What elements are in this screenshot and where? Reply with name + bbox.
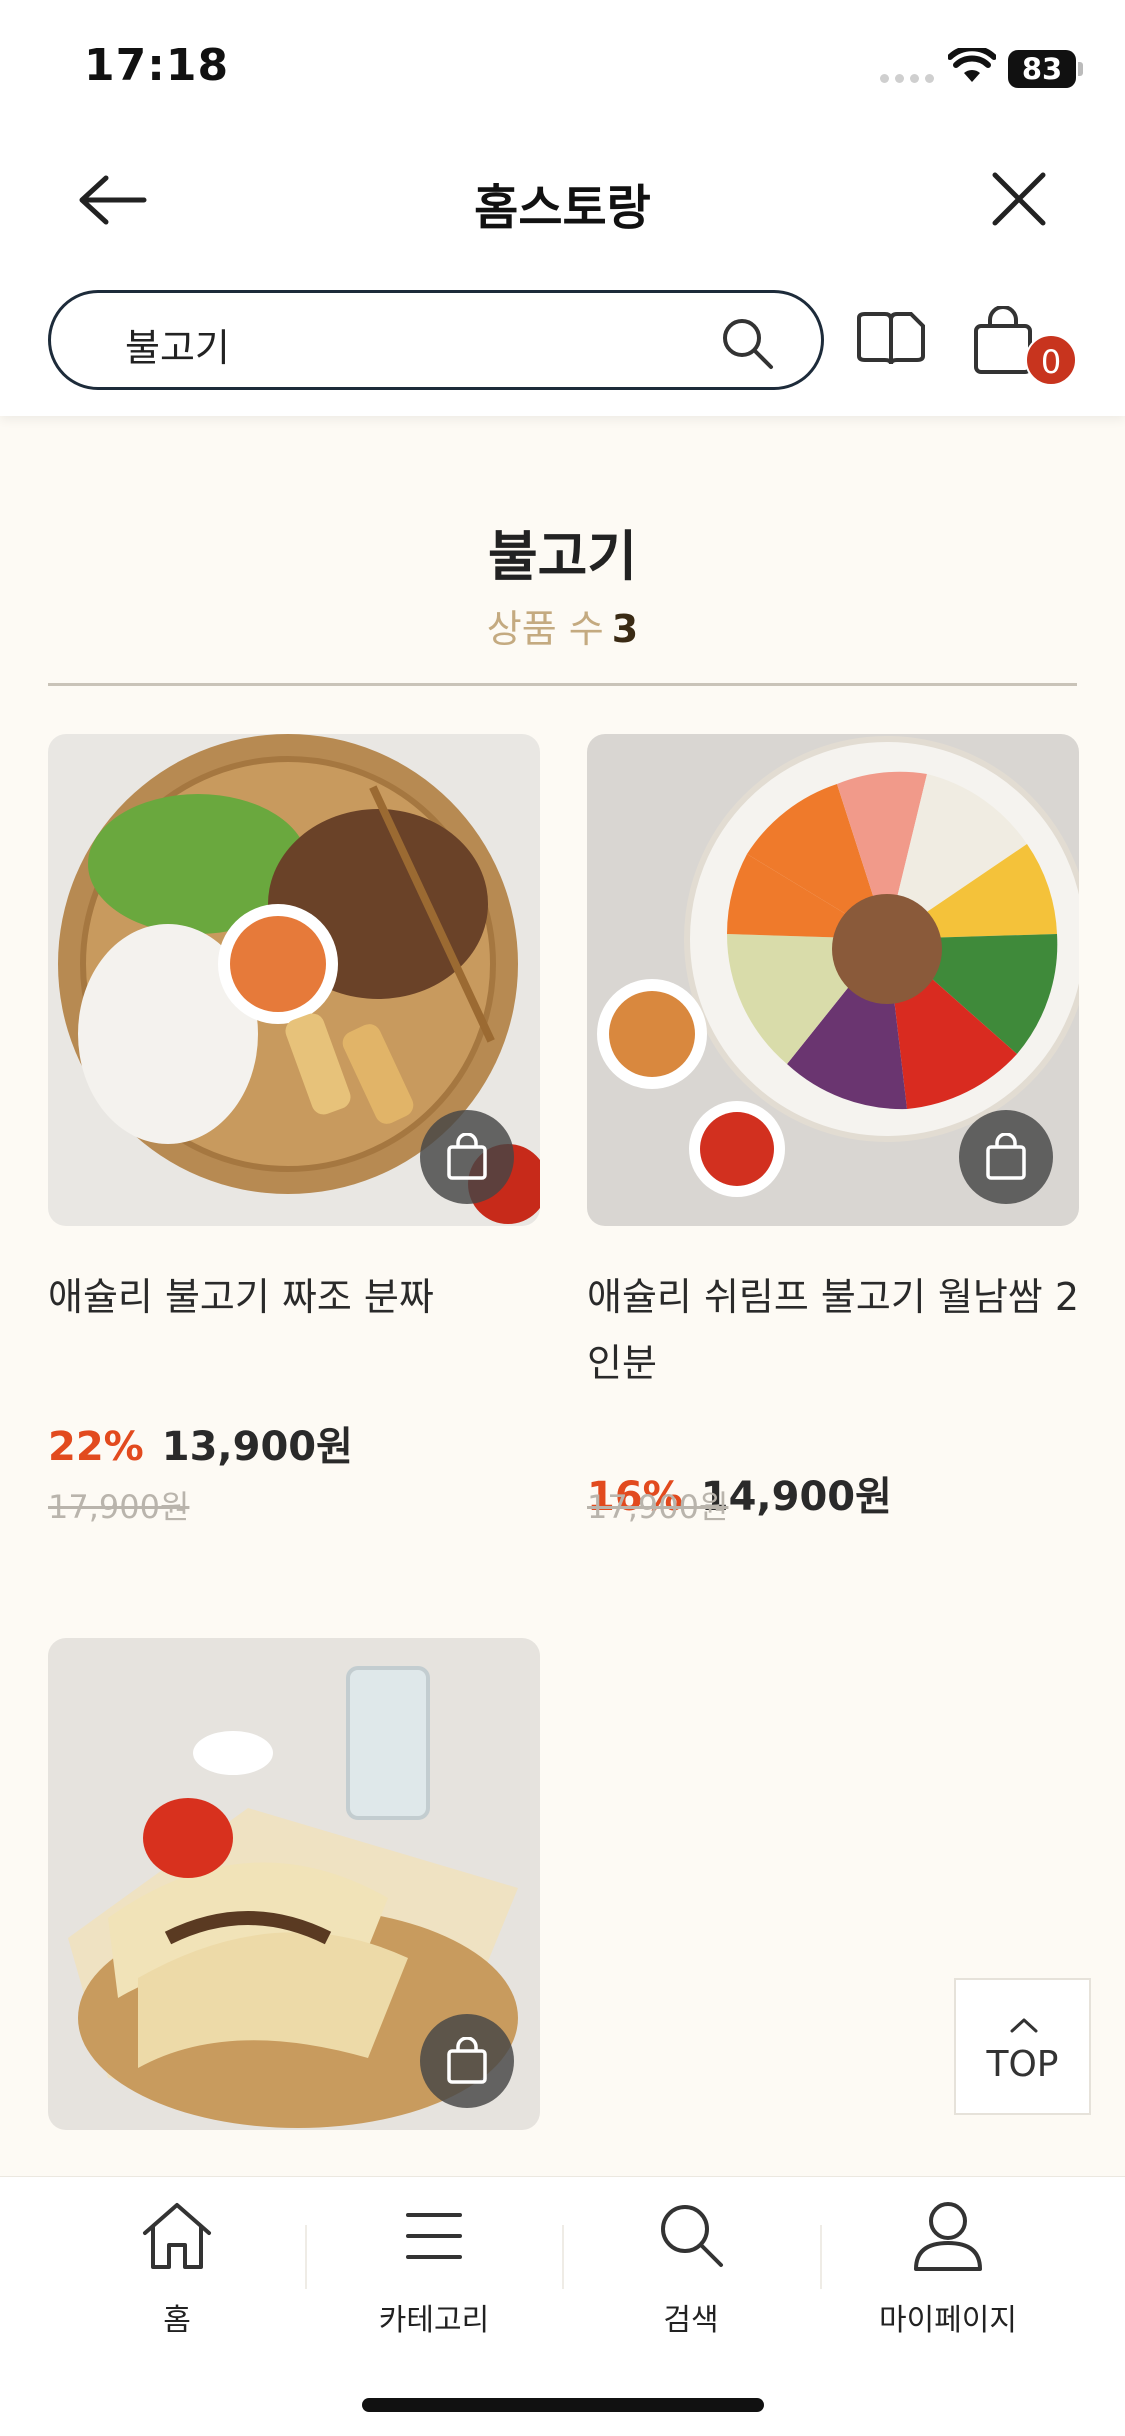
product-image[interactable] [587, 734, 1079, 1226]
tab-separator [820, 2225, 822, 2289]
user-icon [914, 2202, 982, 2271]
divider [48, 683, 1077, 686]
product-price: 22% 13,900원 [48, 1414, 540, 1472]
sale-price: 13,900원 [161, 1424, 353, 1470]
recipe-book-icon[interactable] [855, 310, 927, 368]
menu-icon [406, 2213, 462, 2259]
tab-search[interactable]: 검색 [591, 2199, 791, 2338]
product-count: 상품 수3 [0, 598, 1125, 653]
product-name[interactable]: 애슐리 쉬림프 불고기 월남쌈 2인분 [587, 1264, 1079, 1396]
search-icon[interactable] [719, 315, 775, 371]
add-to-cart-button[interactable] [959, 1110, 1053, 1204]
shopping-bag-icon [447, 2037, 487, 2084]
tab-label: 홈 [163, 2303, 191, 2338]
product-image[interactable] [48, 734, 540, 1226]
home-indicator [362, 2398, 764, 2412]
tab-label: 검색 [663, 2303, 719, 2338]
wifi-icon [948, 48, 996, 82]
close-icon[interactable] [990, 170, 1048, 228]
discount-rate: 22% [48, 1424, 144, 1470]
original-price: 17,900원 [48, 1488, 190, 1526]
tab-category[interactable]: 카테고리 [334, 2199, 534, 2338]
search-result-heading: 불고기 [487, 525, 638, 588]
status-time: 17:18 [84, 40, 230, 91]
add-to-cart-button[interactable] [420, 2014, 514, 2108]
tab-separator [305, 2225, 307, 2289]
add-to-cart-button[interactable] [420, 1110, 514, 1204]
search-input[interactable]: 불고기 [48, 290, 824, 390]
bottom-tab-bar: 홈 카테고리 검색 마이페이지 [0, 2176, 1125, 2436]
sale-price: 14,900원 [700, 1474, 892, 1520]
shopping-bag-icon [447, 1133, 487, 1180]
tab-separator [562, 2225, 564, 2289]
top-header: 17:18 83 홈스토랑 불고기 0 [0, 0, 1125, 416]
tab-mypage[interactable]: 마이페이지 [848, 2199, 1048, 2338]
original-price: 17,900원 [587, 1488, 729, 1526]
search-query[interactable]: 불고기 [125, 317, 230, 372]
page-title: 홈스토랑 [474, 180, 651, 236]
product-name[interactable]: 애슐리 불고기 짜조 분짜 [48, 1264, 540, 1330]
tab-label: 카테고리 [378, 2303, 490, 2338]
navigation-bar: 홈스토랑 [0, 150, 1125, 250]
scroll-to-top-button[interactable]: TOP [954, 1978, 1091, 2115]
home-icon [143, 2203, 211, 2269]
top-label: TOP [986, 2044, 1059, 2085]
status-bar: 17:18 83 [0, 0, 1125, 130]
tab-label: 마이페이지 [879, 2303, 1017, 2338]
battery-icon: 83 [1008, 50, 1076, 88]
search-icon [661, 2205, 723, 2267]
shopping-bag-icon [986, 1133, 1026, 1180]
product-count-label: 상품 수 [486, 607, 604, 651]
battery-cap [1078, 62, 1083, 76]
cellular-signal-icon [880, 74, 936, 84]
cart-count-badge: 0 [1025, 334, 1077, 386]
chevron-up-icon [1010, 2018, 1038, 2033]
product-image[interactable] [48, 1638, 540, 2130]
tab-home[interactable]: 홈 [77, 2199, 277, 2338]
product-count-value: 3 [611, 607, 639, 651]
